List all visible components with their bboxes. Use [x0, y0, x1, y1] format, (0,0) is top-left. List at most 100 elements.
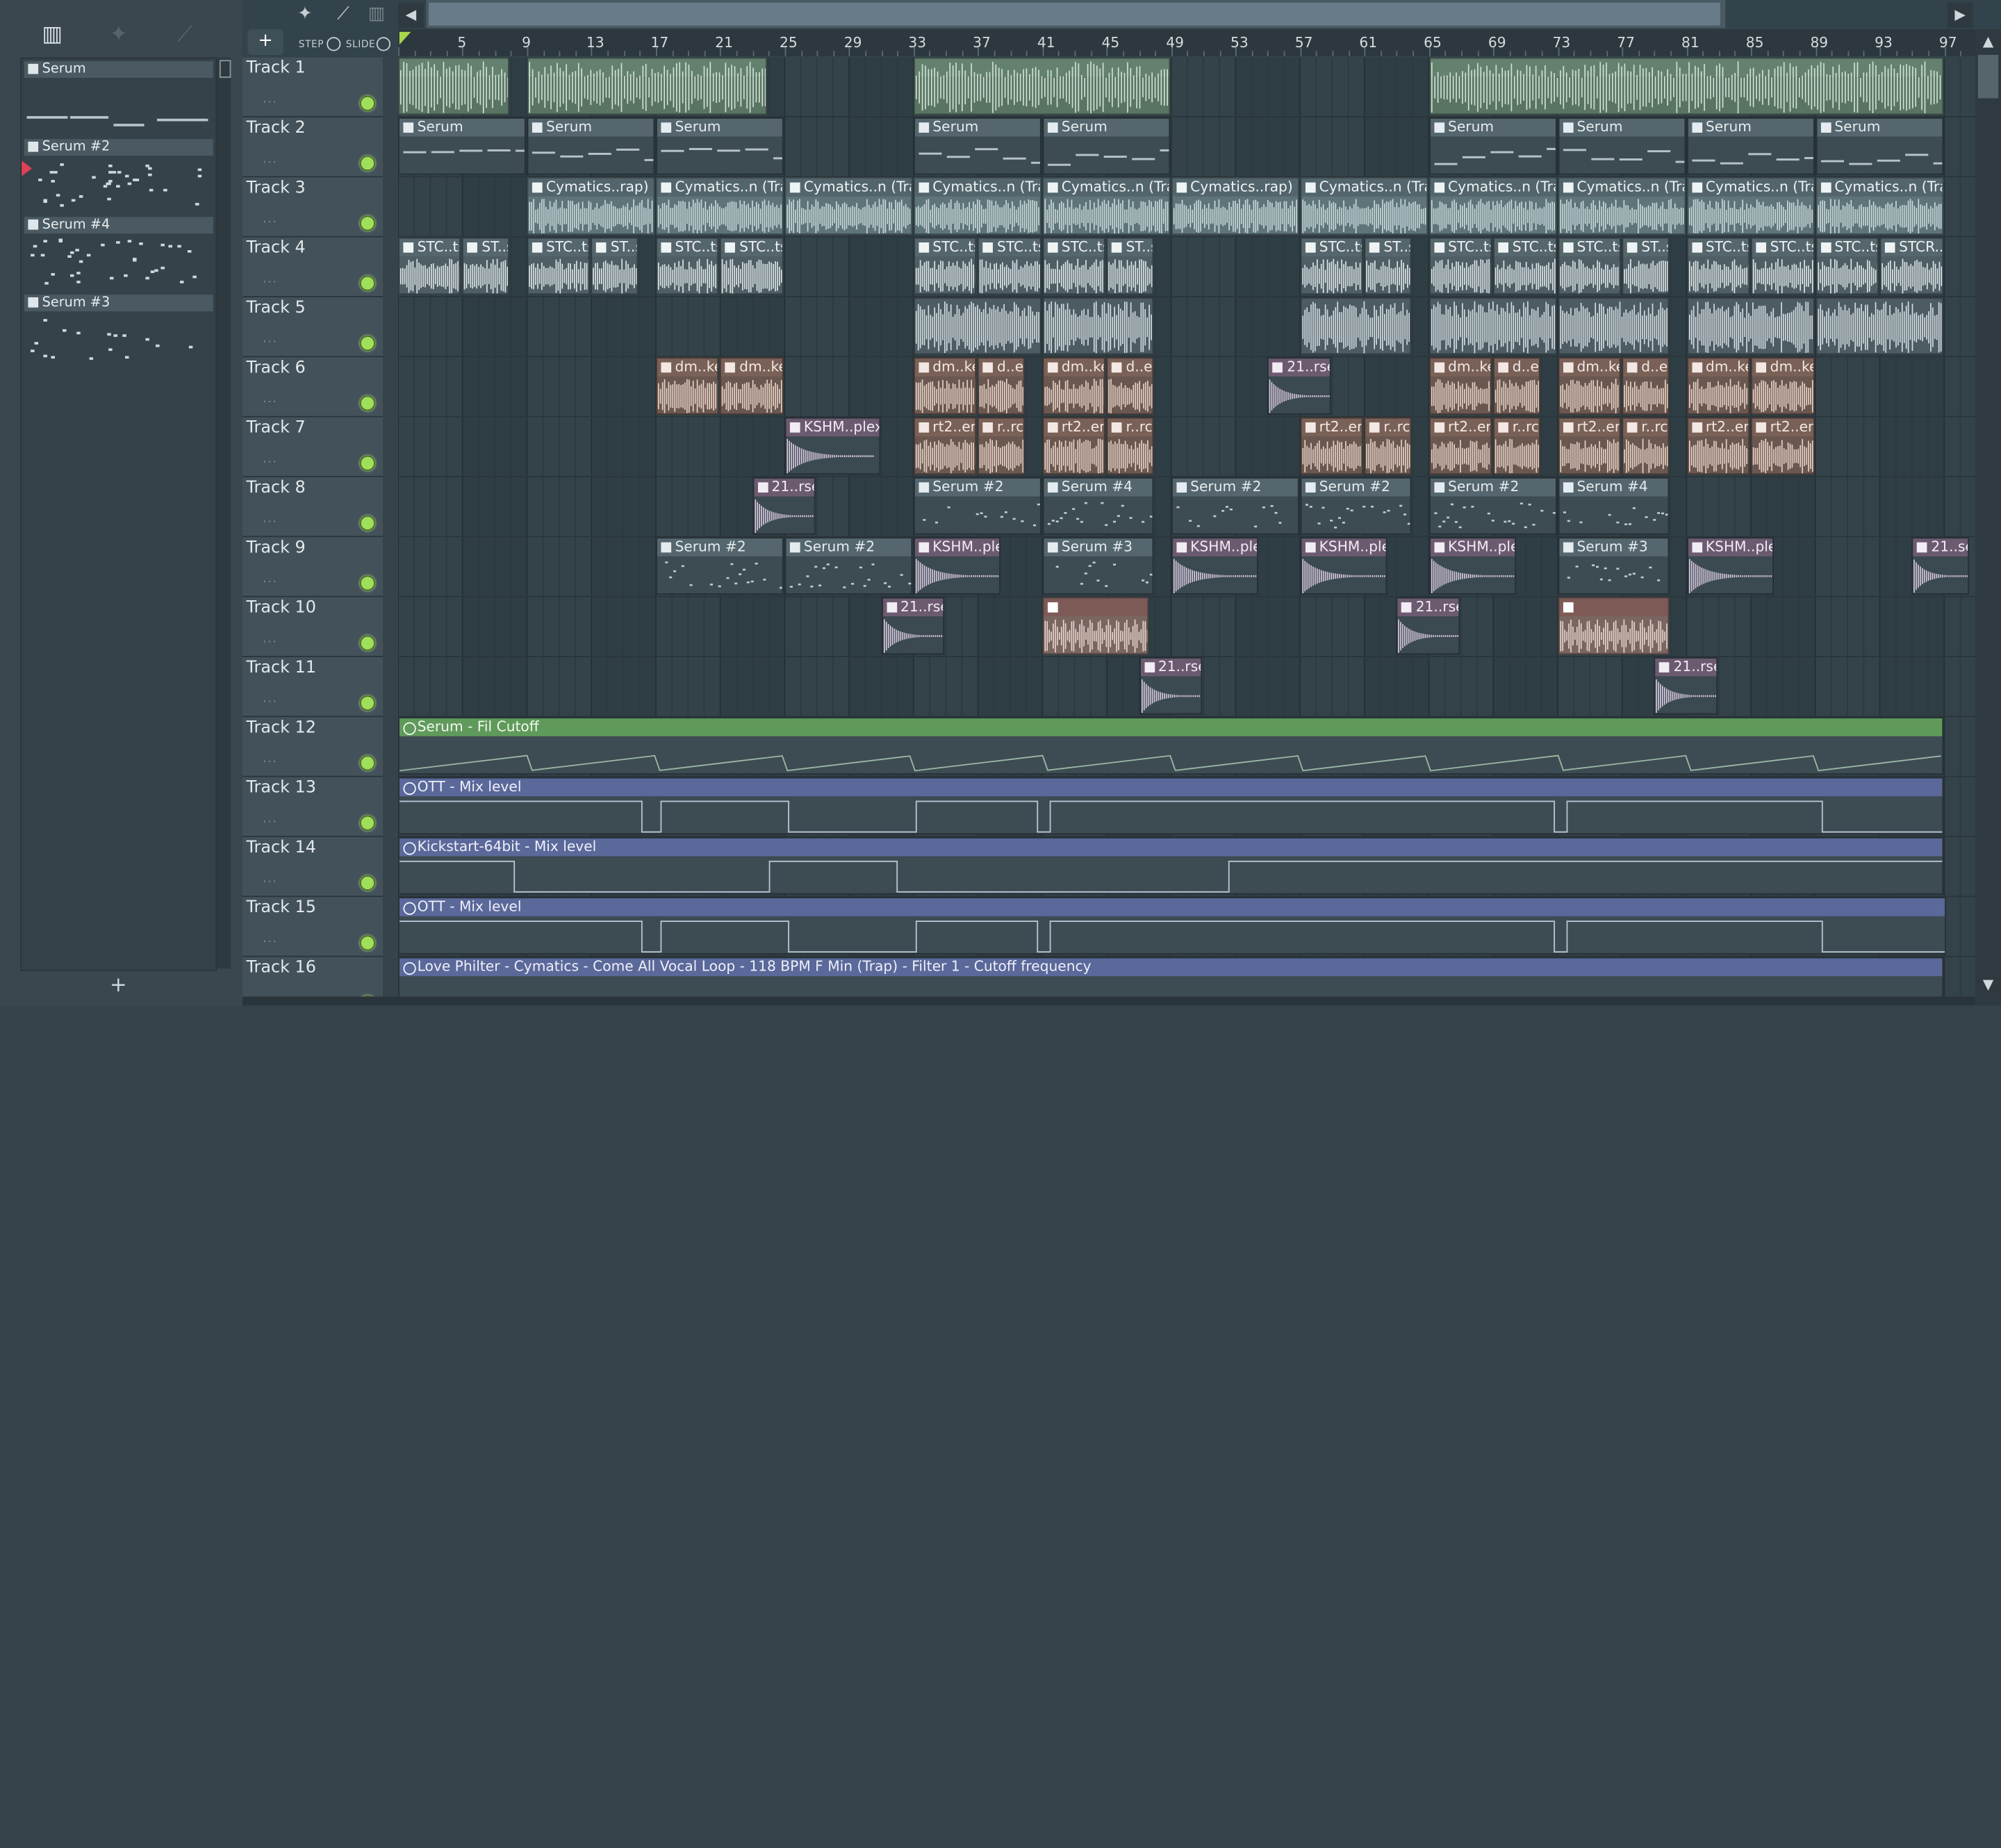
playlist-clip[interactable]: Cymatics..n (Trap): [1815, 177, 1943, 235]
track-lane[interactable]: [398, 58, 1975, 117]
playlist-clip[interactable]: dm..ke: [1751, 357, 1814, 415]
playlist-clip[interactable]: Serum: [914, 117, 1041, 175]
playlist-clip[interactable]: Serum #2: [1300, 477, 1411, 535]
playlist-clip[interactable]: STC..ts: [1429, 238, 1492, 295]
playlist-clip[interactable]: Cymatics..n (Trap): [914, 177, 1041, 235]
track-header[interactable]: Track 1···: [242, 58, 383, 117]
playlist-clip[interactable]: Cymatics..n (Trap): [1686, 177, 1814, 235]
playlist-clip[interactable]: ST..s: [1107, 238, 1154, 295]
playlist-clip[interactable]: dm..ke: [1429, 357, 1492, 415]
track-options-icon[interactable]: ···: [263, 337, 277, 349]
playlist-clip[interactable]: rt2..erc: [1042, 418, 1105, 475]
track-lane[interactable]: SerumSerumSerumSerumSerumSerumSerumSerum…: [398, 117, 1975, 177]
pattern-header[interactable]: Serum: [24, 61, 213, 78]
playlist-clip[interactable]: STC..ts: [914, 238, 977, 295]
track-mute-led[interactable]: [360, 96, 375, 111]
timeline-ruler[interactable]: 5913172125293337414549535761656973778185…: [398, 29, 1975, 56]
playlist-clip[interactable]: STC..ts: [1300, 238, 1363, 295]
playlist-clip[interactable]: STC..ts: [720, 238, 784, 295]
track-options-icon[interactable]: ···: [263, 517, 277, 529]
track-options-icon[interactable]: ···: [263, 157, 277, 170]
pattern-item[interactable]: Serum #4: [24, 217, 213, 291]
pattern-header[interactable]: Serum #2: [24, 139, 213, 156]
playlist-clip[interactable]: Cymatics..n (Trap): [1429, 177, 1557, 235]
playlist-clip[interactable]: KSHM..plex: [1686, 537, 1774, 595]
playlist-clip[interactable]: dm..ke: [914, 357, 977, 415]
playlist-clip[interactable]: Serum #2: [1171, 477, 1299, 535]
overview-viewport[interactable]: [429, 3, 1720, 26]
track-mute-led[interactable]: [360, 336, 375, 351]
track-mute-led[interactable]: [360, 276, 375, 291]
playlist-clip[interactable]: [1429, 297, 1557, 355]
playlist-clip[interactable]: STC..ts: [398, 238, 461, 295]
playlist-clip[interactable]: ST..s: [1622, 238, 1670, 295]
playlist-clip[interactable]: Serum: [1042, 117, 1170, 175]
pattern-item[interactable]: Serum: [24, 61, 213, 135]
playlist-clip[interactable]: 21..rse: [752, 477, 816, 535]
add-track-button[interactable]: +: [247, 29, 283, 55]
playlist-clip[interactable]: [1042, 297, 1153, 355]
playlist-clip[interactable]: d..e: [1107, 357, 1154, 415]
playhead-marker[interactable]: [400, 32, 411, 44]
playlist-clip[interactable]: dm..ke: [656, 357, 719, 415]
track-header[interactable]: Track 7···: [242, 418, 383, 477]
track-mute-led[interactable]: [360, 575, 375, 591]
playlist-clip[interactable]: Cymatics..n (Trap): [1558, 177, 1686, 235]
playlist-clip[interactable]: Cymatics..rap) #2: [1171, 177, 1299, 235]
draw-tool-icon[interactable]: ✦: [291, 4, 319, 27]
track-header[interactable]: Track 4···: [242, 238, 383, 297]
track-options-icon[interactable]: ···: [263, 577, 277, 589]
track-lane[interactable]: KSHM..plexrt2..ercr..rcrt2..ercr..rcrt2.…: [398, 418, 1975, 477]
track-options-icon[interactable]: ···: [263, 217, 277, 229]
piano-icon[interactable]: ▥: [35, 18, 69, 51]
pattern-item[interactable]: Serum #2: [24, 139, 213, 213]
playlist-clip[interactable]: Cymatics..n (Trap): [784, 177, 912, 235]
playlist-clip[interactable]: Serum #2: [656, 537, 784, 595]
playlist-clip[interactable]: KSHM..plex: [784, 418, 880, 475]
playlist-clip[interactable]: [1300, 297, 1411, 355]
track-lane[interactable]: Serum #2Serum #2 KSHM..plex Serum #3 KSHM..…: [398, 537, 1975, 597]
track-mute-led[interactable]: [360, 215, 375, 231]
step-toggle[interactable]: [327, 37, 340, 51]
playlist-clip[interactable]: d..e: [978, 357, 1025, 415]
track-header[interactable]: Track 2···: [242, 117, 383, 177]
playlist-clip[interactable]: r..rc: [1107, 418, 1154, 475]
playlist-clip[interactable]: [914, 297, 1041, 355]
playlist-clip[interactable]: Serum: [398, 117, 526, 175]
playlist-clip[interactable]: dm..ke: [720, 357, 784, 415]
playlist-clip[interactable]: Serum: [1429, 117, 1557, 175]
playlist-clip[interactable]: r..rc: [1622, 418, 1670, 475]
playlist-clip[interactable]: r..rc: [978, 418, 1025, 475]
playlist-clip[interactable]: STC..ts: [1493, 238, 1556, 295]
track-lane[interactable]: [398, 297, 1975, 357]
playlist-clip[interactable]: Serum: [656, 117, 784, 175]
playlist-clip[interactable]: Serum #2: [784, 537, 912, 595]
playlist-clip[interactable]: r..rc: [1493, 418, 1540, 475]
playlist-clip[interactable]: [1815, 297, 1943, 355]
track-header[interactable]: Track 5···: [242, 297, 383, 357]
track-header[interactable]: Track 3···: [242, 177, 383, 237]
playlist-clip[interactable]: ST..s: [591, 238, 639, 295]
slide-toggle[interactable]: [377, 37, 390, 51]
track-options-icon[interactable]: ···: [263, 277, 277, 290]
playlist-clip[interactable]: [527, 58, 767, 115]
track-lane[interactable]: STC..tsST..sSTC..tsST..sSTC..tsSTC..tsST…: [398, 238, 1975, 297]
playlist-clip[interactable]: Cymatics..n (Trap): [656, 177, 784, 235]
playlist-clip[interactable]: Serum: [1686, 117, 1814, 175]
track-mute-led[interactable]: [360, 515, 375, 531]
playlist-clip[interactable]: Serum: [527, 117, 654, 175]
playlist-clip[interactable]: STC..ts: [656, 238, 719, 295]
track-mute-led[interactable]: [360, 456, 375, 471]
playlist-clip[interactable]: Serum: [1815, 117, 1943, 175]
playlist-clip[interactable]: STCR..0: [1880, 238, 1943, 295]
playlist-clip[interactable]: d..e: [1622, 357, 1670, 415]
pattern-item[interactable]: Serum #3: [24, 295, 213, 369]
playlist-clip[interactable]: Serum #3: [1042, 537, 1153, 595]
playlist-clip[interactable]: dm..ke: [1686, 357, 1749, 415]
playlist-clip[interactable]: rt2..erc: [1686, 418, 1749, 475]
playlist-clip[interactable]: KSHM..plex: [1429, 537, 1517, 595]
playlist-clip[interactable]: Cymatics..rap) #2: [527, 177, 654, 235]
slide-tool-icon[interactable]: ⟋: [329, 4, 357, 27]
playlist-clip[interactable]: Serum #2: [1429, 477, 1557, 535]
track-mute-led[interactable]: [360, 156, 375, 171]
